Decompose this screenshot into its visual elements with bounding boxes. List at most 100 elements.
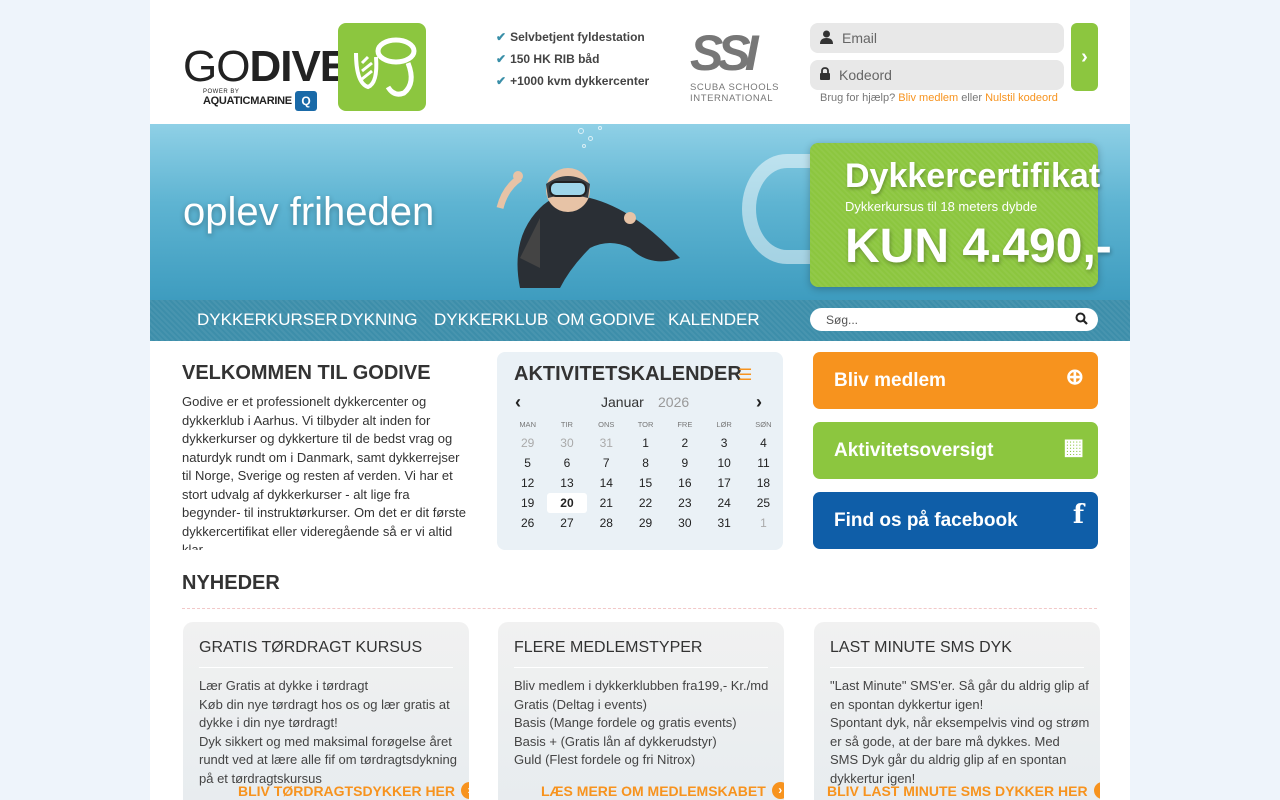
promo-subtitle: Dykkerkursus til 18 meters dybde [845, 199, 1038, 214]
arrow-right-icon: › [771, 782, 784, 799]
calendar-day[interactable]: 7 [587, 453, 626, 473]
news-card-link[interactable]: BLIV LAST MINUTE SMS DYKKER HER› [827, 782, 1100, 799]
news-card-body: Bliv medlem i dykkerklubben fra199,- Kr.… [514, 678, 769, 767]
chevron-right-icon[interactable]: › [756, 392, 762, 413]
nav-item-dykning[interactable]: DYKNING [340, 310, 417, 330]
facebook-icon: f [1072, 500, 1084, 530]
calendar-day[interactable]: 13 [547, 473, 586, 493]
facebook-button[interactable]: Find os på facebook f [813, 492, 1098, 549]
calendar-day[interactable]: 14 [587, 473, 626, 493]
check-icon: ✔ [496, 30, 507, 44]
join-member-button[interactable]: Bliv medlem ⊕ [813, 352, 1098, 409]
join-link[interactable]: Bliv medlem [898, 92, 958, 104]
calendar-month: Januar [601, 394, 644, 410]
calendar-day[interactable]: 21 [587, 493, 626, 513]
calendar-day[interactable]: 22 [626, 493, 665, 513]
calendar-day[interactable]: 1 [626, 433, 665, 453]
feature-item: ✔ +1000 kvm dykkercenter [496, 74, 650, 88]
calendar-grid: 29 30 31 1 2 3 4 5 6 7 8 9 10 11 12 13 1… [508, 433, 783, 533]
news-card: GRATIS TØRDRAGT KURSUS Lær Gratis at dyk… [183, 622, 469, 800]
calendar-day[interactable]: 29 [626, 513, 665, 533]
activity-overview-button[interactable]: Aktivitetsoversigt ▦ [813, 422, 1098, 479]
calendar-day[interactable]: 30 [547, 433, 586, 453]
calendar-icon: ▦ [1063, 434, 1084, 459]
login-submit-button[interactable]: › [1071, 23, 1098, 91]
email-input[interactable] [842, 30, 1052, 46]
calendar-day[interactable]: 4 [744, 433, 783, 453]
calendar-day[interactable]: 30 [665, 513, 704, 533]
calendar-day[interactable]: 19 [508, 493, 547, 513]
page: GODIVE POWER BY AQUATICMARINE Q ✔ Selvbet… [150, 0, 1130, 800]
list-menu-icon[interactable]: ☰ [738, 365, 752, 385]
welcome-title: VELKOMMEN TIL GODIVE [182, 362, 431, 384]
calendar-day[interactable]: 12 [508, 473, 547, 493]
calendar-title: AKTIVITETSKALENDER [514, 363, 742, 385]
divider [199, 667, 453, 668]
news-divider [182, 608, 1097, 609]
calendar-day[interactable]: 31 [587, 433, 626, 453]
check-icon: ✔ [496, 74, 507, 88]
calendar-day[interactable]: 10 [704, 453, 743, 473]
calendar-day[interactable]: 24 [704, 493, 743, 513]
calendar-day[interactable]: 28 [587, 513, 626, 533]
weekday-label: SØN [755, 420, 772, 429]
weekday-label: MAN [519, 420, 536, 429]
godive-logo[interactable]: GODIVE POWER BY AQUATICMARINE Q [183, 23, 428, 111]
feature-item: ✔ 150 HK RIB båd [496, 52, 600, 66]
calendar-day[interactable]: 31 [704, 513, 743, 533]
weekday-label: FRE [677, 420, 693, 429]
ssi-text: SCUBA SCHOOLS INTERNATIONAL [690, 82, 780, 104]
reset-password-link[interactable]: Nulstil kodeord [985, 92, 1058, 104]
welcome-text: Godive er et professionelt dykkercenter … [182, 394, 466, 550]
nav-item-dykkerklub[interactable]: DYKKERKLUB [434, 310, 548, 330]
ssi-logo: SSI SCUBA SCHOOLS INTERNATIONAL [688, 28, 784, 104]
password-input[interactable] [839, 67, 1049, 83]
calendar-day[interactable]: 17 [704, 473, 743, 493]
snorkel-mask-icon [338, 23, 426, 111]
nav-item-dykkerkurser[interactable]: DYKKERKURSER [197, 310, 338, 330]
login-help: Brug for hjælp? Bliv medlem eller Nulsti… [820, 92, 1058, 104]
weekday-label: LØR [716, 420, 732, 429]
calendar-day[interactable]: 26 [508, 513, 547, 533]
nav-item-om-godive[interactable]: OM GODIVE [557, 310, 655, 330]
calendar-day[interactable]: 8 [626, 453, 665, 473]
calendar-day[interactable]: 23 [665, 493, 704, 513]
calendar-day[interactable]: 6 [547, 453, 586, 473]
calendar-day[interactable]: 1 [744, 513, 783, 533]
search-box [810, 308, 1098, 331]
chevron-left-icon[interactable]: ‹ [515, 392, 521, 413]
calendar-day[interactable]: 16 [665, 473, 704, 493]
calendar-day[interactable]: 29 [508, 433, 547, 453]
nav-item-kalender[interactable]: KALENDER [668, 310, 760, 330]
promo-certificate-box[interactable]: Dykkercertifikat Dykkerkursus til 18 met… [810, 143, 1112, 287]
news-card-link[interactable]: LÆS MERE OM MEDLEMSKABET › [541, 782, 784, 799]
calendar-week: 29 30 31 1 2 3 4 [508, 433, 783, 453]
search-icon[interactable] [1075, 312, 1088, 328]
plus-circle-icon: ⊕ [1065, 364, 1084, 389]
logo-q-mark: Q [295, 91, 317, 111]
news-card-title: GRATIS TØRDRAGT KURSUS [199, 639, 423, 656]
calendar-year: 2026 [658, 394, 690, 410]
news-card: LAST MINUTE SMS DYK "Last Minute" SMS'er… [814, 622, 1100, 800]
calendar-day[interactable]: 5 [508, 453, 547, 473]
diver-image [480, 148, 700, 288]
news-title: NYHEDER [182, 572, 280, 594]
feature-item: ✔ Selvbetjent fyldestation [496, 30, 645, 44]
calendar-weekdays: MAN TIR ONS TOR FRE LØR SØN [508, 420, 783, 429]
calendar-day[interactable]: 9 [665, 453, 704, 473]
password-field-wrapper [810, 60, 1064, 90]
calendar-day[interactable]: 27 [547, 513, 586, 533]
calendar-day[interactable]: 18 [744, 473, 783, 493]
email-field-wrapper [810, 23, 1064, 53]
news-card-link[interactable]: BLIV TØRDRAGTSDYKKER HER› [238, 782, 469, 799]
calendar-day[interactable]: 3 [704, 433, 743, 453]
calendar-day-today[interactable]: 20 [547, 493, 587, 513]
promo-title: Dykkercertifikat [845, 157, 1101, 195]
calendar-day[interactable]: 15 [626, 473, 665, 493]
calendar-week: 12 13 14 15 16 17 18 [508, 473, 783, 493]
calendar-day[interactable]: 25 [744, 493, 783, 513]
calendar-day[interactable]: 11 [744, 453, 783, 473]
calendar-day[interactable]: 2 [665, 433, 704, 453]
hero-banner: oplev friheden Dykkercertifikat Dykkerku… [150, 124, 1130, 300]
search-input[interactable] [826, 312, 1075, 327]
